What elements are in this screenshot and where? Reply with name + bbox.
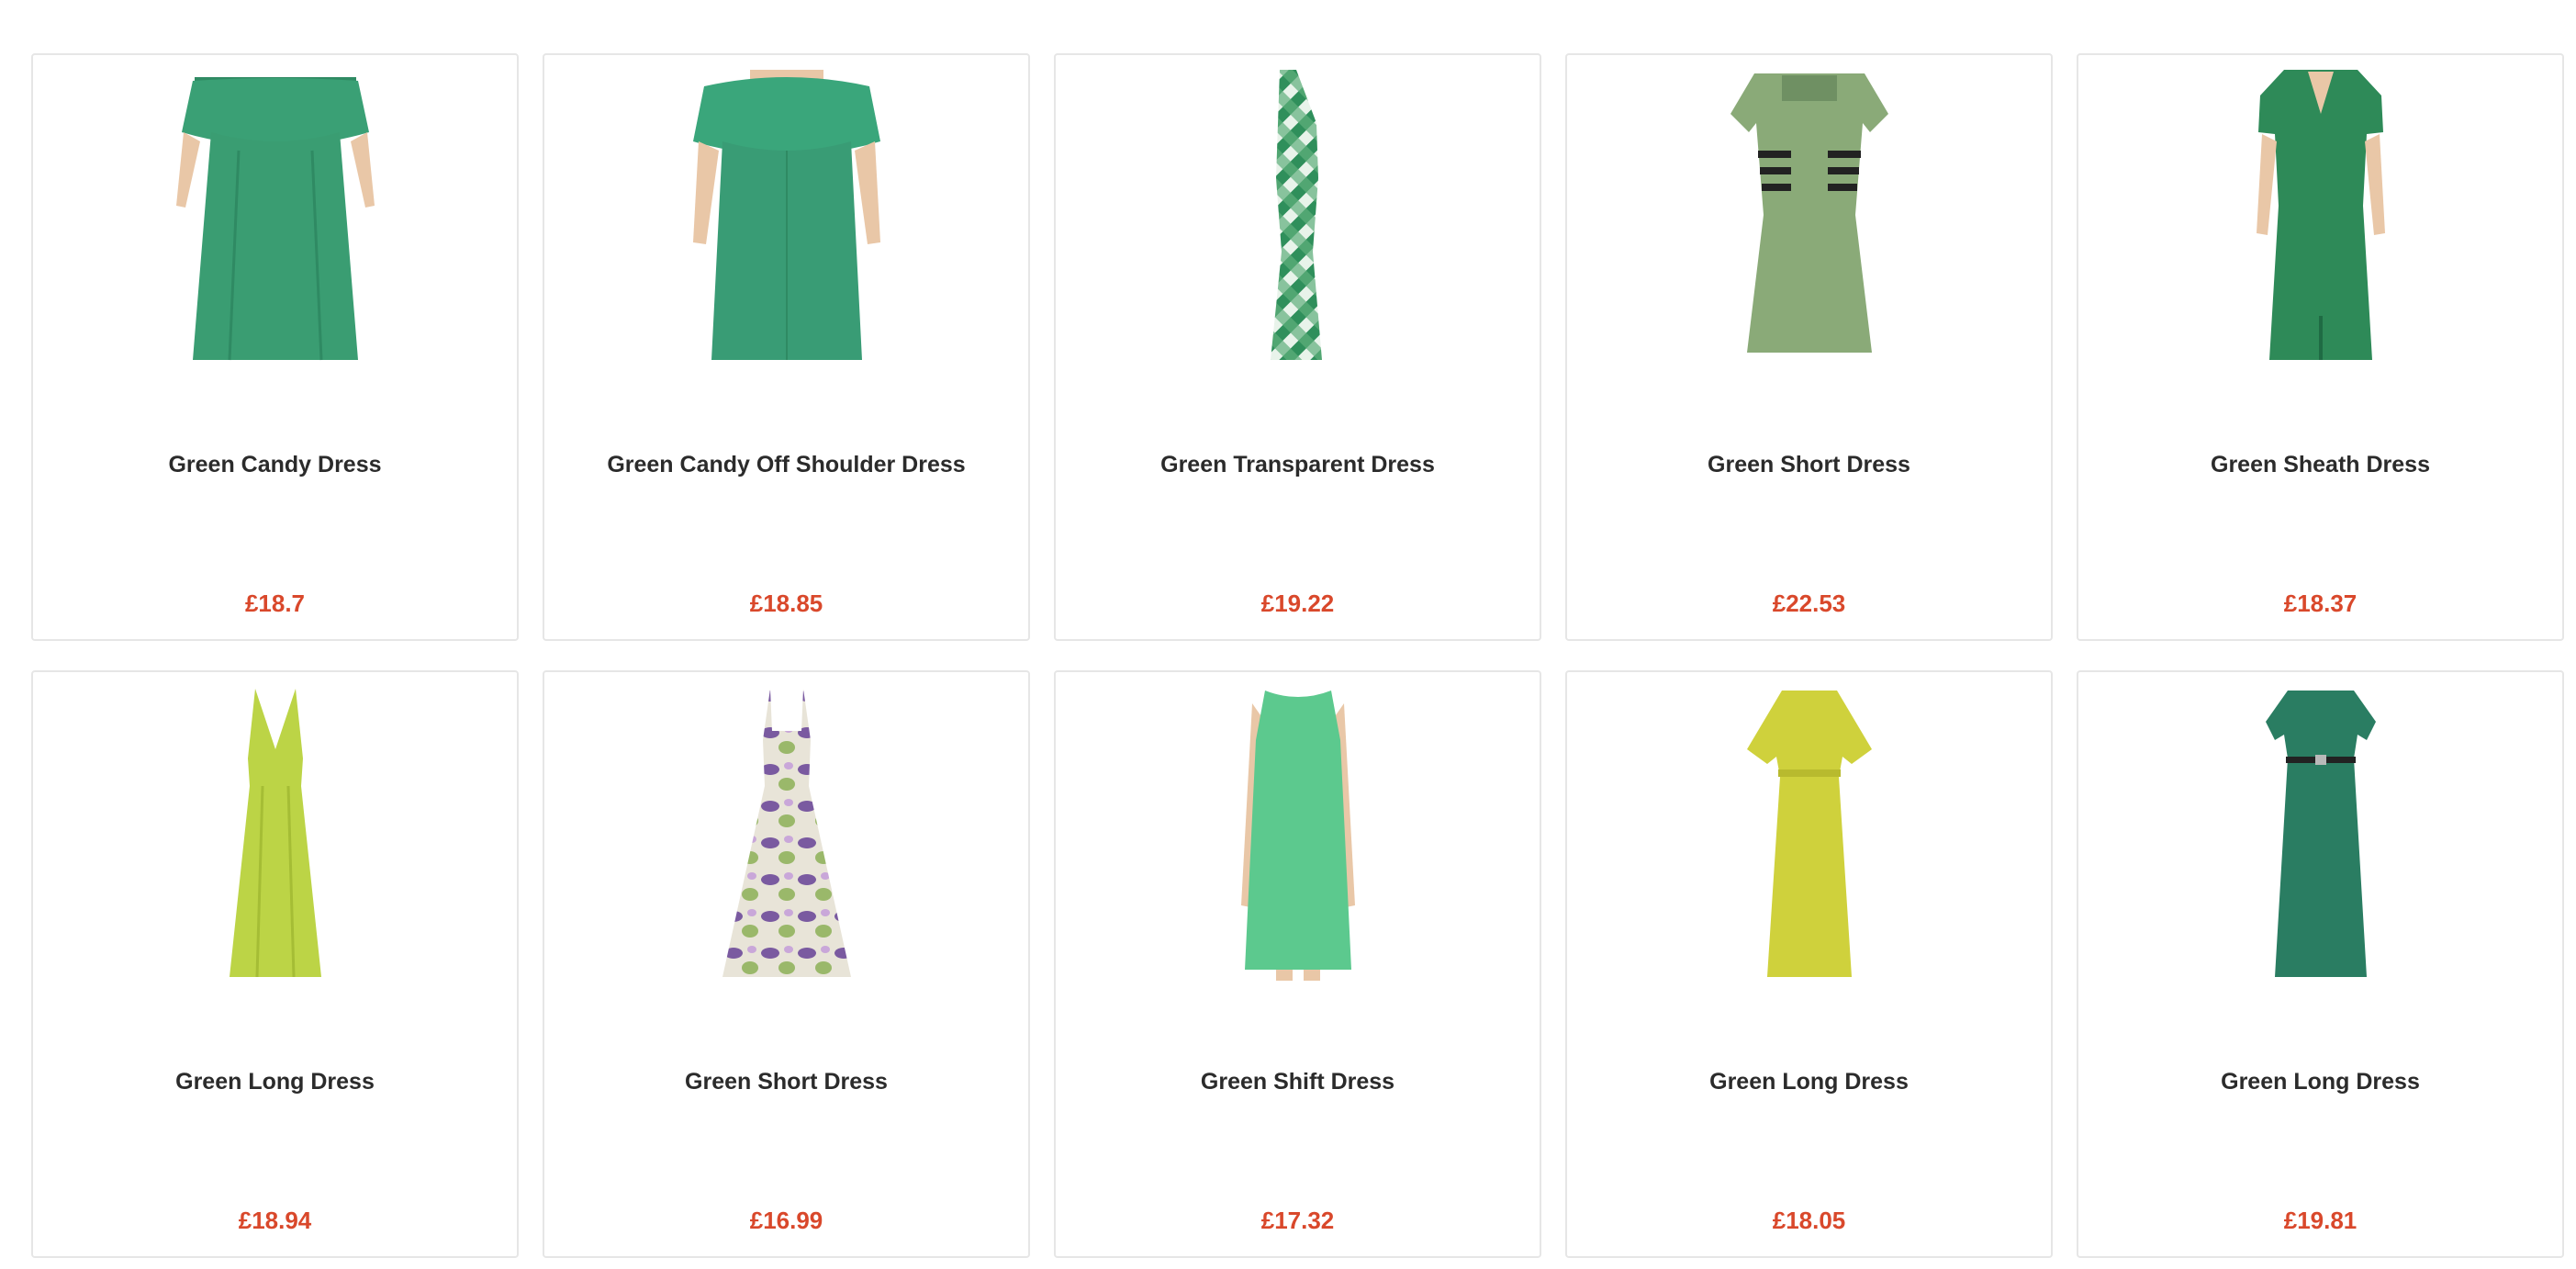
- product-name[interactable]: Green Long Dress: [33, 1069, 517, 1095]
- product-price: £18.94: [238, 1207, 312, 1234]
- product-image[interactable]: [33, 685, 517, 981]
- dress-image: [722, 689, 851, 977]
- dress-image: [1270, 70, 1322, 360]
- dress-image: [2265, 691, 2376, 977]
- product-card[interactable]: Green Shift Dress £17.32: [1054, 670, 1541, 1258]
- product-price: £19.22: [1260, 590, 1335, 617]
- dress-image: [2256, 70, 2385, 360]
- product-name[interactable]: Green Candy Dress: [33, 452, 517, 478]
- product-image[interactable]: [1056, 68, 1540, 364]
- product-image[interactable]: [1567, 68, 2051, 364]
- product-name[interactable]: Green Short Dress: [1567, 452, 2051, 478]
- product-card[interactable]: Green Long Dress £18.05: [1565, 670, 2053, 1258]
- product-image[interactable]: [2078, 685, 2562, 981]
- product-price: £18.05: [1772, 1207, 1846, 1234]
- product-price: £18.37: [2283, 590, 2358, 617]
- dress-image: [175, 77, 375, 361]
- product-price: £16.99: [749, 1207, 823, 1234]
- product-name[interactable]: Green Long Dress: [1567, 1069, 2051, 1095]
- dress-image: [1730, 73, 1888, 353]
- product-price: £18.85: [749, 590, 823, 617]
- product-image[interactable]: [33, 68, 517, 364]
- product-name[interactable]: Green Short Dress: [544, 1069, 1028, 1095]
- product-grid: Green Candy Dress £18.7 Green Candy Off …: [31, 53, 2565, 1258]
- dress-image: [692, 70, 880, 360]
- dress-image: [1746, 691, 1872, 977]
- dress-image: [1240, 691, 1355, 981]
- product-image[interactable]: [1567, 685, 2051, 981]
- product-card[interactable]: Green Transparent Dress £19.22: [1054, 53, 1541, 641]
- product-price: £17.32: [1260, 1207, 1335, 1234]
- product-name[interactable]: Green Candy Off Shoulder Dress: [544, 452, 1028, 478]
- product-card[interactable]: Green Long Dress £18.94: [31, 670, 519, 1258]
- product-price: £19.81: [2283, 1207, 2358, 1234]
- product-card[interactable]: Green Sheath Dress £18.37: [2077, 53, 2564, 641]
- product-image[interactable]: [2078, 68, 2562, 364]
- product-image[interactable]: [1056, 685, 1540, 981]
- product-name[interactable]: Green Long Dress: [2078, 1069, 2562, 1095]
- product-name[interactable]: Green Transparent Dress: [1056, 452, 1540, 478]
- product-image[interactable]: [544, 68, 1028, 364]
- product-card[interactable]: Green Short Dress £22.53: [1565, 53, 2053, 641]
- product-price: £18.7: [244, 590, 306, 617]
- product-name[interactable]: Green Shift Dress: [1056, 1069, 1540, 1095]
- product-name[interactable]: Green Sheath Dress: [2078, 452, 2562, 478]
- dress-image: [229, 689, 321, 978]
- product-card[interactable]: Green Candy Off Shoulder Dress £18.85: [543, 53, 1030, 641]
- product-card[interactable]: Green Candy Dress £18.7: [31, 53, 519, 641]
- product-price: £22.53: [1772, 590, 1846, 617]
- product-card[interactable]: Green Long Dress £19.81: [2077, 670, 2564, 1258]
- product-image[interactable]: [544, 685, 1028, 981]
- product-card[interactable]: Green Short Dress £16.99: [543, 670, 1030, 1258]
